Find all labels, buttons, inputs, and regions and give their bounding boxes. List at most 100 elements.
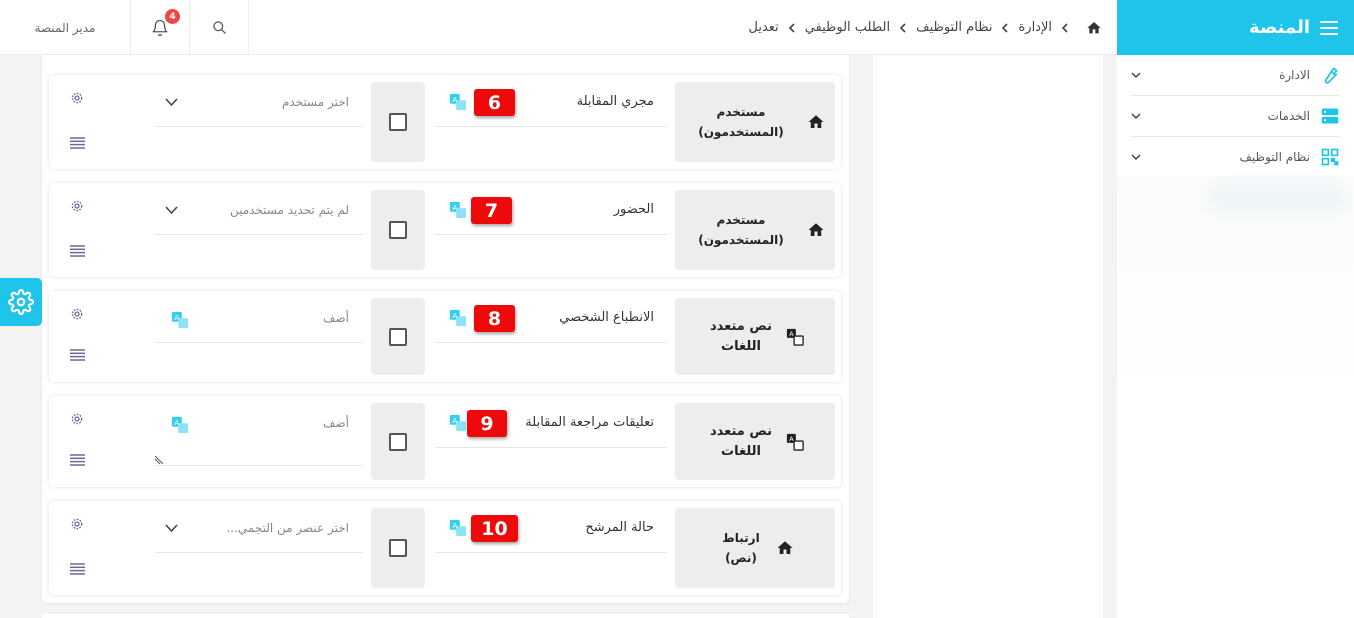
field-name-input[interactable]: مجري المقابلة A	[435, 75, 667, 127]
textarea-placeholder: أضف	[323, 416, 349, 430]
field-type-box: A نص متعدد اللغات	[675, 403, 835, 480]
relation-select[interactable]: اختر عنصر من التجمي...	[155, 501, 363, 553]
required-checkbox[interactable]	[389, 327, 407, 346]
svg-text:A: A	[452, 416, 457, 425]
translate-icon[interactable]: A	[449, 414, 467, 432]
required-checkbox[interactable]	[389, 539, 407, 557]
breadcrumb-item-admin[interactable]: الإدارة	[1018, 20, 1052, 35]
users-select[interactable]: لم يتم تحديد مستخدمين	[155, 183, 363, 235]
sidebar-item-label: الخدمات	[1267, 109, 1310, 123]
field-name-input[interactable]: الحضور A	[435, 183, 667, 235]
field-name-input[interactable]: حالة المرشح A	[435, 501, 667, 553]
profile-menu[interactable]: مدير المنصة	[0, 0, 131, 55]
field-row: مستخدم (المستخدمون) مجري المقابلة A 6 اخ…	[49, 75, 841, 169]
translate-icon[interactable]: A	[449, 93, 467, 111]
field-name-text: حالة المرشح	[585, 520, 654, 535]
field-type-label: نص متعدد اللغات	[709, 318, 773, 354]
user-select[interactable]: اختر مستخدم	[155, 75, 363, 127]
required-checkbox[interactable]	[389, 221, 407, 239]
gear-icon[interactable]	[70, 199, 84, 213]
drag-handle-icon[interactable]	[70, 137, 85, 149]
drag-handle-icon[interactable]	[70, 563, 85, 575]
annotation-number-badge: 6	[474, 89, 515, 116]
svg-text:A: A	[174, 418, 179, 427]
field-row: A نص متعدد اللغات تعليقات مراجعة المقابل…	[49, 396, 841, 487]
field-type-label: ارتباط (نص)	[722, 531, 760, 565]
svg-text:A: A	[452, 311, 457, 320]
breadcrumb-item-edit: تعديل	[748, 20, 779, 35]
field-type-box: ارتباط (نص)	[675, 508, 835, 588]
required-checkbox-cell	[371, 82, 425, 162]
gear-icon[interactable]	[70, 91, 84, 105]
breadcrumb-item-recruitment[interactable]: نظام التوظيف	[916, 20, 992, 35]
svg-text:A: A	[452, 95, 457, 104]
annotation-number-badge: 8	[474, 305, 515, 332]
annotation-number-badge: 7	[471, 197, 512, 224]
notification-count-badge: 4	[165, 9, 180, 24]
server-icon	[1321, 108, 1339, 124]
required-checkbox-cell	[371, 190, 425, 270]
translate-icon[interactable]: A	[449, 309, 467, 327]
sidebar-item-recruitment[interactable]: نظام التوظيف	[1131, 137, 1340, 178]
field-type-label: مستخدم (المستخدمون)	[698, 213, 784, 247]
notifications-button[interactable]: 4	[131, 0, 190, 55]
field-type-box: A نص متعدد اللغات	[675, 298, 835, 375]
field-type-label: نص متعدد اللغات	[709, 423, 773, 459]
svg-text:A: A	[452, 203, 457, 212]
select-placeholder: اختر مستخدم	[281, 95, 349, 109]
translate-icon[interactable]: A	[449, 519, 467, 537]
chevron-down-icon	[1131, 113, 1141, 120]
hamburger-menu-icon[interactable]	[1320, 20, 1338, 35]
required-checkbox[interactable]	[389, 113, 407, 131]
field-name-text: تعليقات مراجعة المقابلة	[525, 415, 654, 430]
search-button[interactable]	[190, 0, 249, 55]
breadcrumb: الإدارة نظام التوظيف الطلب الوظيفي تعديل	[749, 0, 1103, 55]
chevron-separator-icon	[1061, 22, 1068, 33]
select-placeholder: لم يتم تحديد مستخدمين	[229, 203, 349, 217]
sidebar: المنصة الادارة الخدمات نظام التوظيف	[1117, 0, 1354, 618]
sidebar-item-services[interactable]: الخدمات	[1131, 96, 1340, 137]
required-checkbox-cell	[371, 508, 425, 588]
home-icon	[808, 115, 824, 128]
sidebar-empty-area	[1117, 176, 1354, 401]
wrench-icon	[1324, 67, 1338, 84]
home-icon[interactable]	[1086, 20, 1102, 36]
chevron-separator-icon	[788, 22, 795, 33]
field-row: A نص متعدد اللغات الانطباع الشخصي A 8 أض…	[49, 291, 841, 382]
field-name-input[interactable]: الانطباع الشخصي A	[435, 291, 667, 343]
drag-handle-icon[interactable]	[70, 245, 85, 257]
side-panel	[873, 55, 1103, 618]
brand-title[interactable]: المنصة	[1249, 17, 1310, 38]
translate-icon[interactable]: A	[171, 311, 189, 329]
sidebar-item-label: نظام التوظيف	[1239, 150, 1311, 164]
sidebar-item-admin[interactable]: الادارة	[1131, 55, 1340, 96]
required-checkbox-cell	[371, 403, 425, 480]
drag-handle-icon[interactable]	[70, 349, 85, 361]
gear-icon[interactable]	[70, 412, 84, 426]
home-icon	[808, 223, 824, 236]
search-icon	[212, 21, 226, 34]
translate-icon[interactable]: A	[449, 201, 467, 219]
field-name-text: الانطباع الشخصي	[559, 310, 654, 325]
field-type-box: مستخدم (المستخدمون)	[675, 190, 835, 270]
drag-handle-icon[interactable]	[70, 454, 85, 466]
svg-text:A: A	[789, 436, 794, 443]
chevron-down-icon	[1131, 72, 1141, 79]
field-name-text: مجري المقابلة	[576, 94, 654, 109]
translate-icon[interactable]: A	[171, 416, 189, 434]
gear-icon[interactable]	[70, 517, 84, 531]
chevron-separator-icon	[1002, 22, 1009, 33]
gear-icon	[8, 289, 34, 315]
required-checkbox-cell	[371, 298, 425, 375]
profile-label: مدير المنصة	[34, 20, 96, 35]
topbar: مدير المنصة 4 الإدارة نظام التوظيف الطلب…	[0, 0, 1117, 55]
multilang-text-input[interactable]: أضف A	[155, 291, 363, 343]
settings-float-button[interactable]	[0, 278, 42, 326]
resize-handle-icon[interactable]	[155, 456, 163, 464]
gear-icon[interactable]	[70, 307, 84, 321]
field-row: ارتباط (نص) حالة المرشح A 10 اختر عنصر م…	[49, 501, 841, 595]
svg-text:A: A	[174, 313, 179, 322]
breadcrumb-item-job-request[interactable]: الطلب الوظيفي	[805, 20, 890, 35]
required-checkbox[interactable]	[389, 432, 407, 451]
multilang-textarea[interactable]: أضف A	[155, 396, 363, 466]
